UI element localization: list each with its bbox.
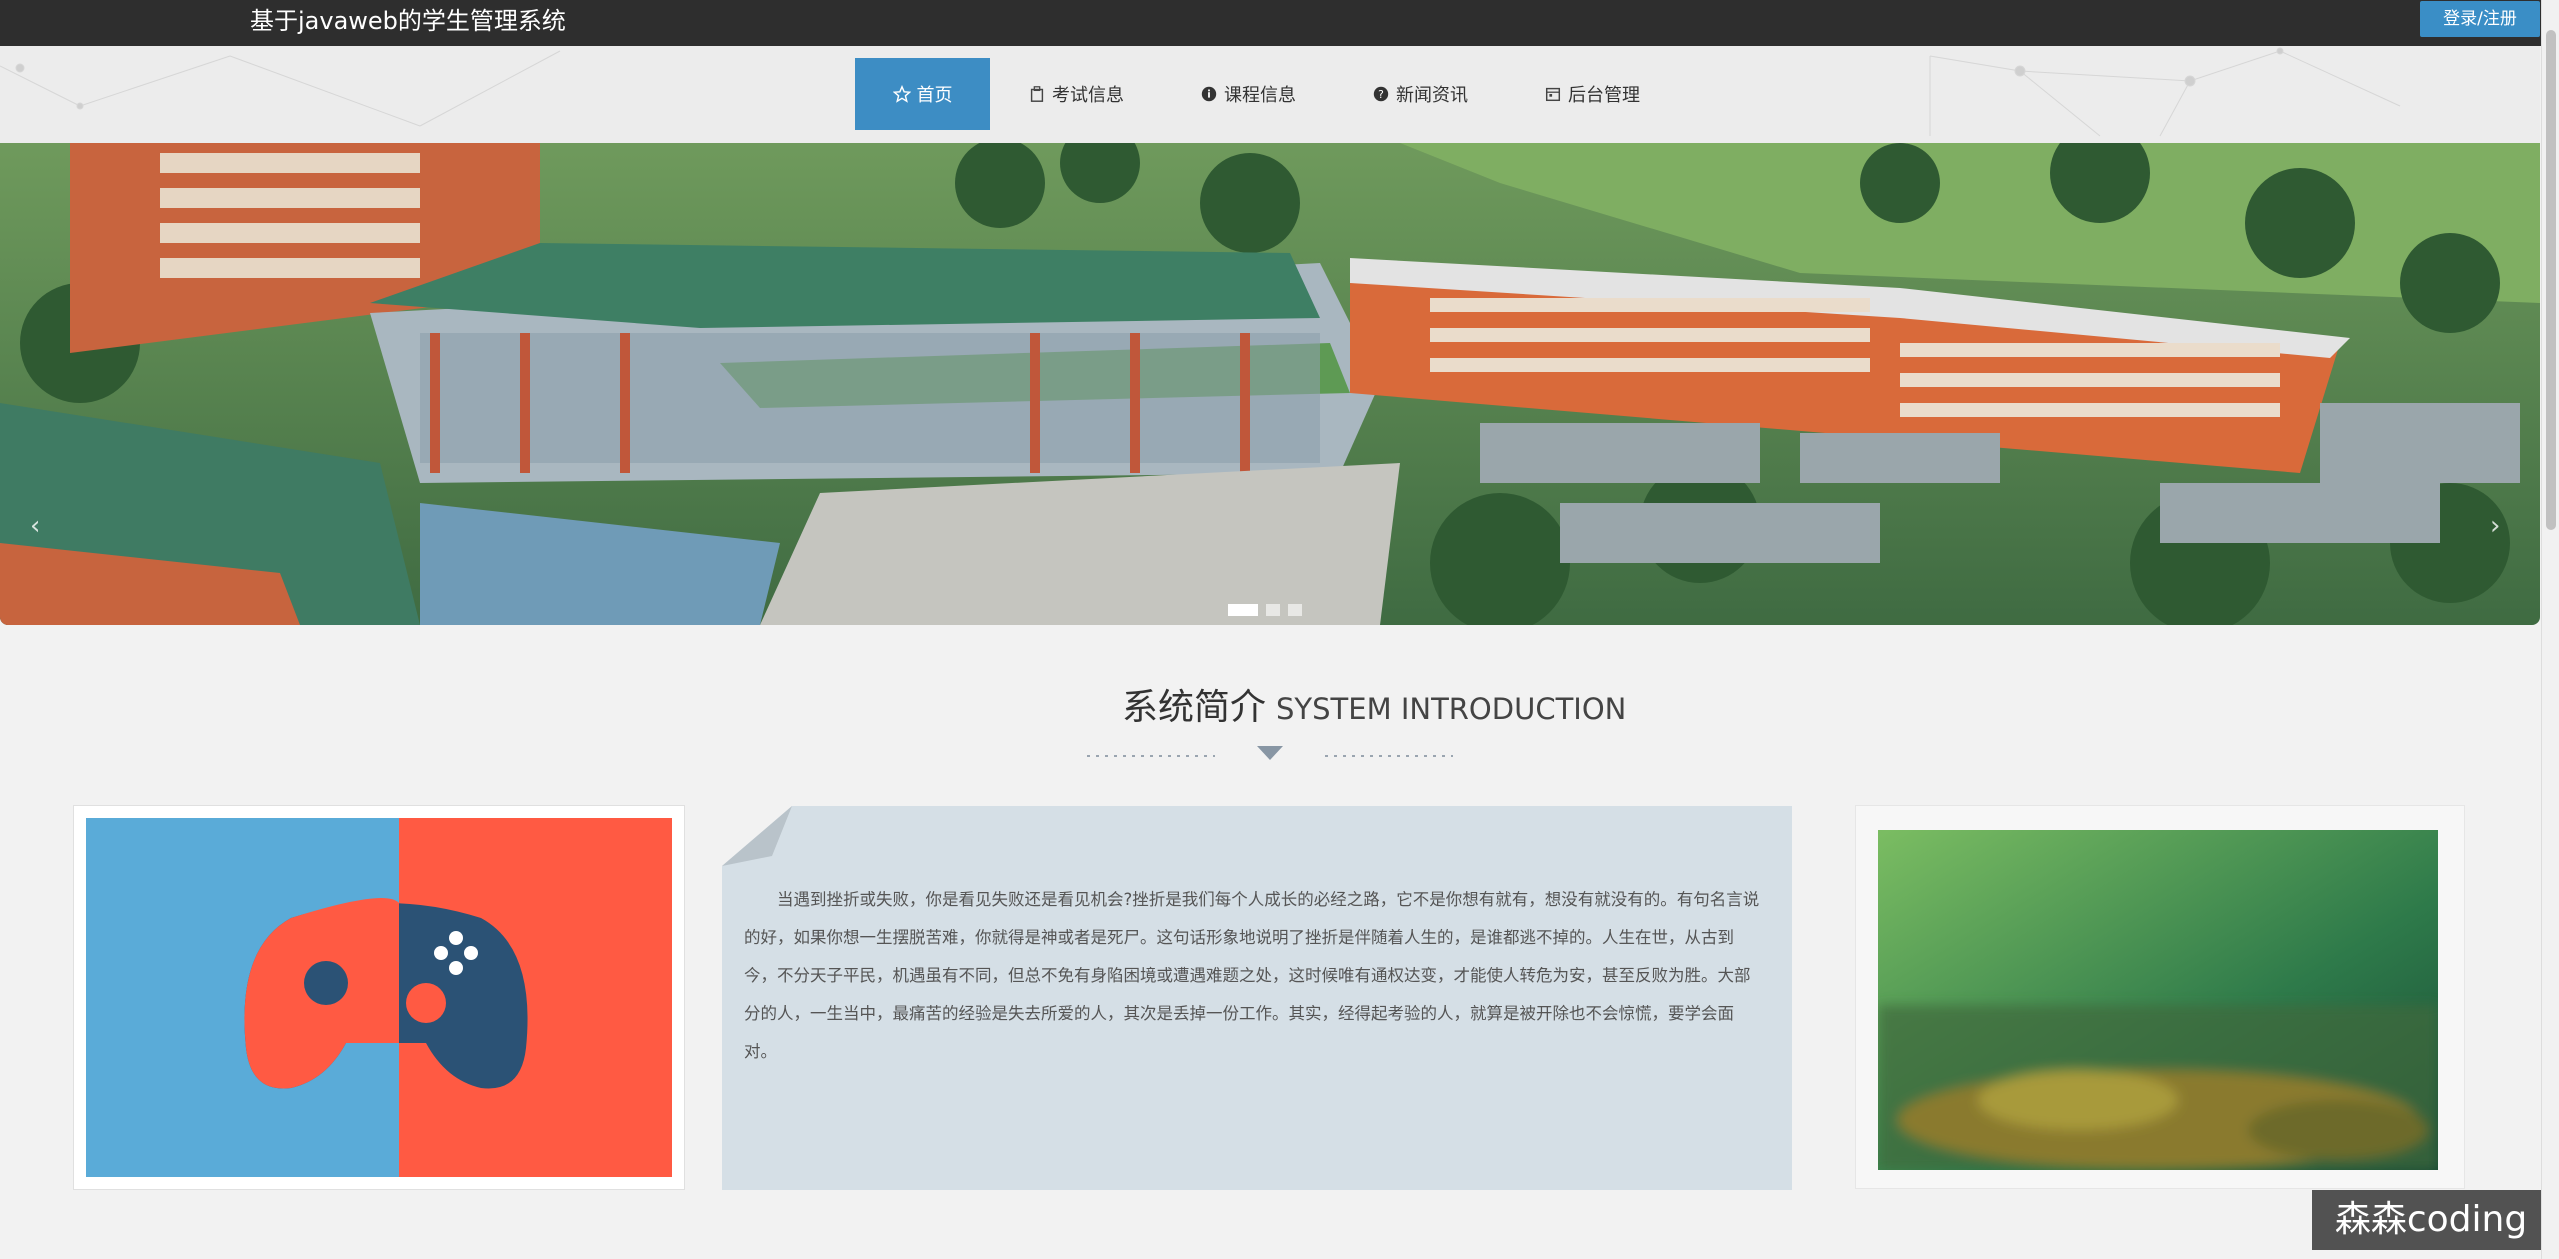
question-circle-icon: ? [1373,86,1389,102]
login-register-button[interactable]: 登录/注册 [2420,1,2540,37]
nav-item-label: 课程信息 [1224,85,1296,106]
star-icon [892,85,911,103]
campus-banner-image [0,143,2540,625]
nav-item-exam-info[interactable]: 考试信息 [990,58,1162,130]
nav-item-home[interactable]: 首页 [855,58,990,130]
section-divider [1087,746,1453,760]
site-title: 基于javaweb的学生管理系统 [250,7,566,35]
page-fold-corner [722,806,792,866]
carousel-dot[interactable] [1266,604,1280,616]
carousel-prev-arrow[interactable]: ‹ [30,511,40,541]
section-title: 系统简介 SYSTEM INTRODUCTION [1122,678,1626,730]
section-title-en: SYSTEM INTRODUCTION [1276,692,1627,726]
clipboard-icon [1030,86,1044,102]
banner-carousel[interactable]: ‹ › [0,143,2540,625]
carousel-indicators [1228,604,1302,616]
nav-item-admin[interactable]: 后台管理 [1506,58,1678,130]
carousel-next-arrow[interactable]: › [2490,511,2500,541]
nav-item-label: 首页 [916,85,953,106]
scrollbar-thumb[interactable] [2546,30,2556,530]
nav-item-label: 考试信息 [1052,85,1124,106]
nav-item-course-info[interactable]: 课程信息 [1162,58,1334,130]
nav-item-label: 后台管理 [1568,85,1640,106]
intro-text-card: 当遇到挫折或失败，你是看见失败还是看见机会?挫折是我们每个人成长的必经之路，它不… [722,806,1792,1190]
svg-text:?: ? [1378,88,1384,101]
nav-area: 首页 考试信息 课程信息 ? 新闻资讯 后台管理 [0,46,2540,143]
carousel-dot[interactable] [1228,604,1258,616]
nature-photo [1878,830,2438,1170]
page-scrollbar[interactable] [2541,0,2559,1259]
nav-item-label: 新闻资讯 [1396,85,1468,106]
carousel-dot[interactable] [1288,604,1302,616]
section-title-cn: 系统简介 [1122,687,1267,728]
top-bar: 基于javaweb的学生管理系统 登录/注册 [0,0,2559,46]
image-card-nature [1855,805,2465,1189]
watermark: 森森coding [2312,1190,2550,1250]
intro-paragraph: 当遇到挫折或失败，你是看见失败还是看见机会?挫折是我们每个人成长的必经之路，它不… [744,890,1760,1061]
gamepad-illustration [86,818,672,1177]
calendar-icon [1545,87,1561,102]
info-circle-icon [1201,86,1217,102]
main-nav: 首页 考试信息 课程信息 ? 新闻资讯 后台管理 [855,58,1678,130]
nav-item-news[interactable]: ? 新闻资讯 [1334,58,1506,130]
image-card-controller [73,805,685,1190]
